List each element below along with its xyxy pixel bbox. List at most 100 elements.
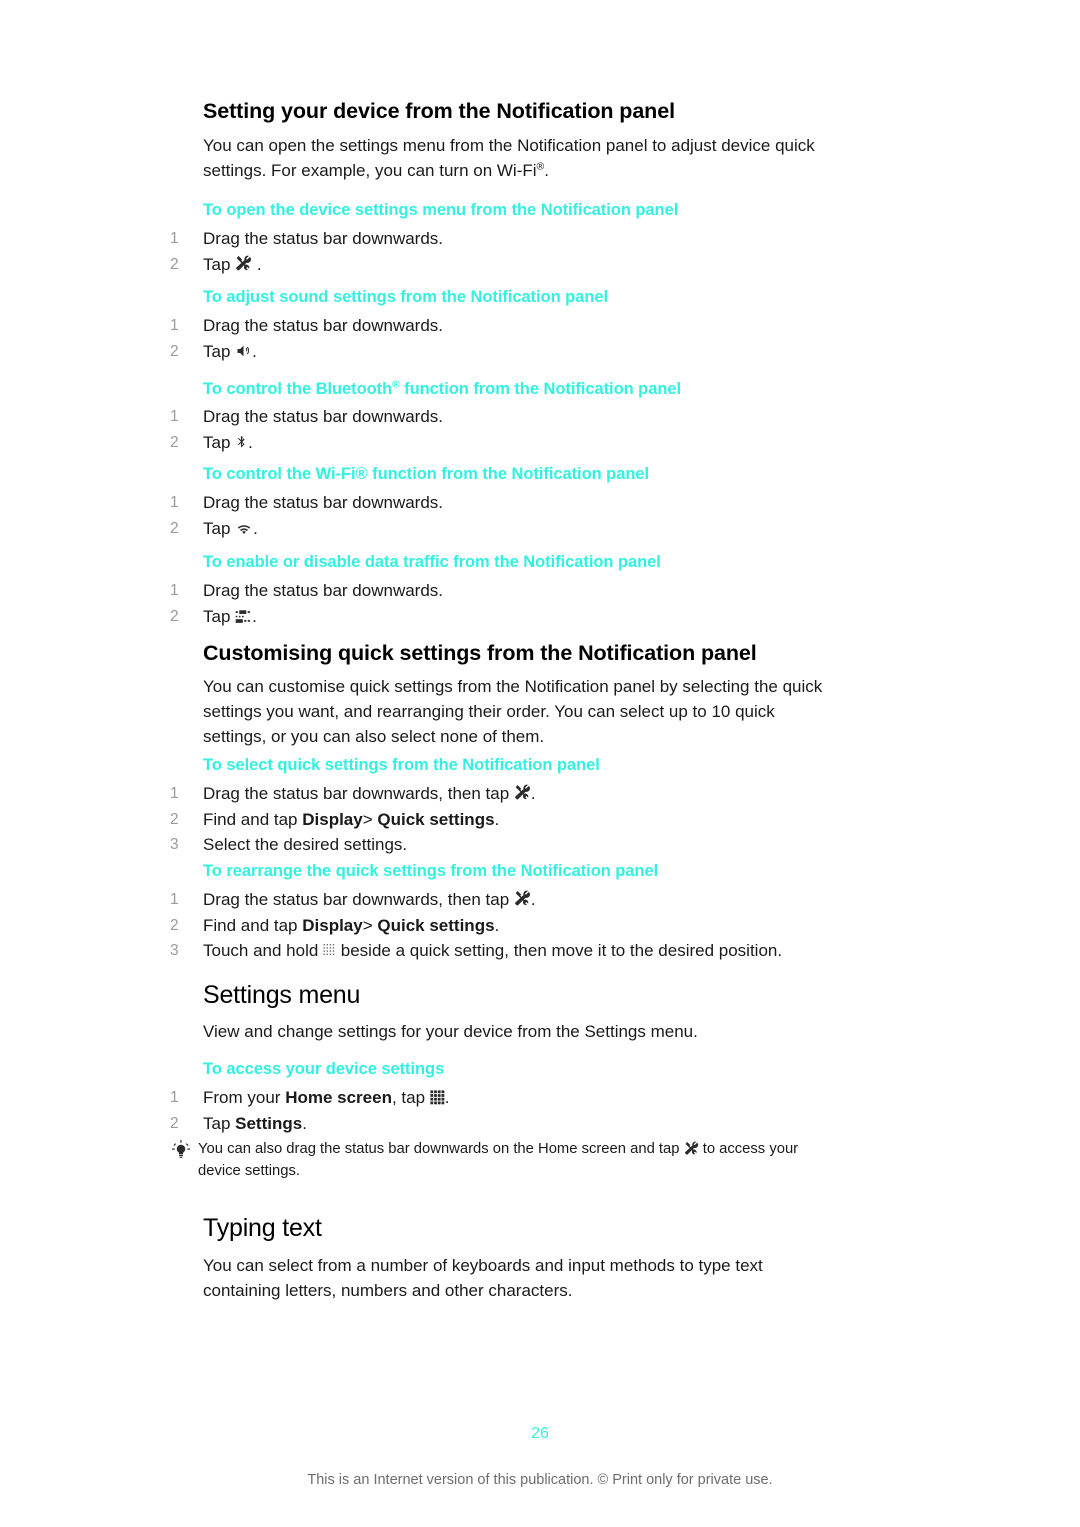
tip-line-2: device settings. <box>198 1163 300 1179</box>
step-number: 3 <box>170 836 179 853</box>
step-text-after: beside a quick setting, then move it to … <box>336 941 783 960</box>
list-item: 2 Find and tap Display> Quick settings. <box>170 807 910 833</box>
step-number: 2 <box>170 342 179 360</box>
list-item: 2 Tap Settings. <box>170 1111 890 1137</box>
step-text: Drag the status bar downwards, then tap <box>203 784 514 803</box>
settings-wrench-icon <box>514 784 531 801</box>
tip-text: You can also drag the status bar downwar… <box>198 1138 898 1182</box>
step-text-after: . <box>302 1113 307 1133</box>
intro-paragraph-setting-device: You can open the settings menu from the … <box>203 133 893 183</box>
settings-wrench-icon <box>235 255 252 272</box>
steps-adjust-sound: 1 Drag the status bar downwards. 2 Tap . <box>170 313 890 364</box>
ui-term-quick-settings: Quick settings <box>377 915 495 935</box>
list-item: 3 Touch and hold beside a quick setting,… <box>170 938 930 964</box>
step-text: Find and tap <box>203 915 303 935</box>
intro-paragraph-customising: You can customise quick settings from th… <box>203 674 903 749</box>
step-number: 1 <box>170 408 179 425</box>
step-text: Find and tap <box>203 809 303 829</box>
step-text: Touch and hold <box>203 941 324 960</box>
steps-data-traffic: 1 Drag the status bar downwards. 2 Tap . <box>170 578 890 629</box>
page-number: 26 <box>531 1425 549 1442</box>
step-text-after: . <box>248 432 253 452</box>
step-text: Tap <box>203 606 236 626</box>
ui-term-home-screen: Home screen <box>285 1088 392 1107</box>
list-item: 2 Find and tap Display> Quick settings. <box>170 913 930 939</box>
procedure-title-bluetooth: To control the Bluetooth® function from … <box>203 380 681 399</box>
list-item: 1 Drag the status bar downwards. <box>170 490 890 516</box>
tip-line-1-after: to access your <box>698 1141 799 1157</box>
step-text-after: . <box>444 1088 450 1107</box>
speaker-volume-icon <box>235 343 252 359</box>
intro-line-2b: . <box>544 161 550 180</box>
step-text-after: . <box>530 784 536 803</box>
list-item: 2 Tap . <box>170 339 890 365</box>
settings-wrench-icon <box>514 890 531 907</box>
ui-term-display: Display <box>302 915 363 935</box>
step-text: Drag the status bar downwards. <box>203 407 444 426</box>
steps-open-settings-menu: 1 Drag the status bar downwards. 2 Tap . <box>170 226 890 277</box>
procedure-title-select-quick-settings: To select quick settings from the Notifi… <box>203 756 600 774</box>
step-text: Drag the status bar downwards. <box>203 493 444 512</box>
steps-rearrange-quick-settings: 1 Drag the status bar downwards, then ta… <box>170 887 930 964</box>
document-page: Setting your device from the Notificatio… <box>0 0 1080 1527</box>
wifi-icon <box>235 521 253 535</box>
ui-term-settings: Settings <box>235 1113 303 1133</box>
step-number: 1 <box>170 494 179 511</box>
page-title-setting-device: Setting your device from the Notificatio… <box>203 99 675 123</box>
procedure-title-access-device-settings: To access your device settings <box>203 1060 445 1078</box>
step-text-after: . <box>253 518 258 538</box>
list-item: 1 Drag the status bar downwards, then ta… <box>170 887 930 913</box>
list-item: 1 From your Home screen, tap . <box>170 1085 890 1111</box>
step-number: 1 <box>170 1089 179 1106</box>
intro-line-2a: settings. For example, you can turn on W… <box>203 161 537 180</box>
app-grid-icon <box>430 1090 445 1105</box>
ui-term-quick-settings: Quick settings <box>377 809 495 829</box>
steps-wifi: 1 Drag the status bar downwards. 2 Tap . <box>170 490 890 541</box>
list-item: 2 Tap . <box>170 430 890 456</box>
bluetooth-icon <box>235 433 248 450</box>
settings-wrench-icon <box>684 1141 699 1156</box>
tip-callout: You can also drag the status bar downwar… <box>172 1138 912 1182</box>
step-text: Tap <box>203 254 236 274</box>
step-number: 2 <box>170 1114 179 1132</box>
ui-term-display: Display <box>302 809 363 829</box>
step-number: 2 <box>170 519 179 537</box>
page-title-settings-menu: Settings menu <box>203 981 361 1009</box>
page-title-typing-text: Typing text <box>203 1214 322 1242</box>
intro-paragraph-settings-menu: View and change settings for your device… <box>203 1022 698 1041</box>
page-title-customising-quick-settings: Customising quick settings from the Noti… <box>203 641 757 665</box>
tip-line-1-before: You can also drag the status bar downwar… <box>198 1141 684 1157</box>
list-item: 1 Drag the status bar downwards. <box>170 404 890 430</box>
step-text-after: . <box>252 254 262 274</box>
list-item: 2 Tap . <box>170 252 890 278</box>
intro-line-3: settings, or you can also select none of… <box>203 727 545 746</box>
step-text: Tap <box>203 341 236 361</box>
procedure-title-data-traffic: To enable or disable data traffic from t… <box>203 553 661 571</box>
list-item: 2 Tap . <box>170 604 890 630</box>
step-number: 1 <box>170 785 179 802</box>
step-number: 1 <box>170 891 179 908</box>
step-number: 2 <box>170 810 179 828</box>
intro-line-1: You can select from a number of keyboard… <box>203 1256 763 1275</box>
step-text: Tap <box>203 432 236 452</box>
steps-bluetooth: 1 Drag the status bar downwards. 2 Tap . <box>170 404 890 455</box>
step-text-after: . <box>494 809 500 829</box>
intro-line-2: settings you want, and rearranging their… <box>203 702 775 721</box>
step-text-after: . <box>530 890 536 909</box>
step-text-after: . <box>494 915 500 935</box>
intro-line-2: containing letters, numbers and other ch… <box>203 1281 573 1300</box>
steps-access-device-settings: 1 From your Home screen, tap . 2 Tap Set… <box>170 1085 890 1136</box>
step-text: Drag the status bar downwards. <box>203 316 444 335</box>
intro-line-1: You can customise quick settings from th… <box>203 677 823 696</box>
footer-copyright-note: This is an Internet version of this publ… <box>307 1472 773 1488</box>
step-text-after: . <box>252 341 257 361</box>
step-text-mid: > <box>362 809 378 829</box>
procedure-title-bluetooth-after: function from the Notification panel <box>399 380 682 398</box>
step-text: Tap <box>203 518 236 538</box>
step-text: Tap <box>203 1113 236 1133</box>
procedure-title-adjust-sound: To adjust sound settings from the Notifi… <box>203 288 609 306</box>
step-text: From your <box>203 1088 286 1107</box>
list-item: 1 Drag the status bar downwards. <box>170 226 890 252</box>
list-item: 1 Drag the status bar downwards. <box>170 313 890 339</box>
list-item: 1 Drag the status bar downwards. <box>170 578 890 604</box>
